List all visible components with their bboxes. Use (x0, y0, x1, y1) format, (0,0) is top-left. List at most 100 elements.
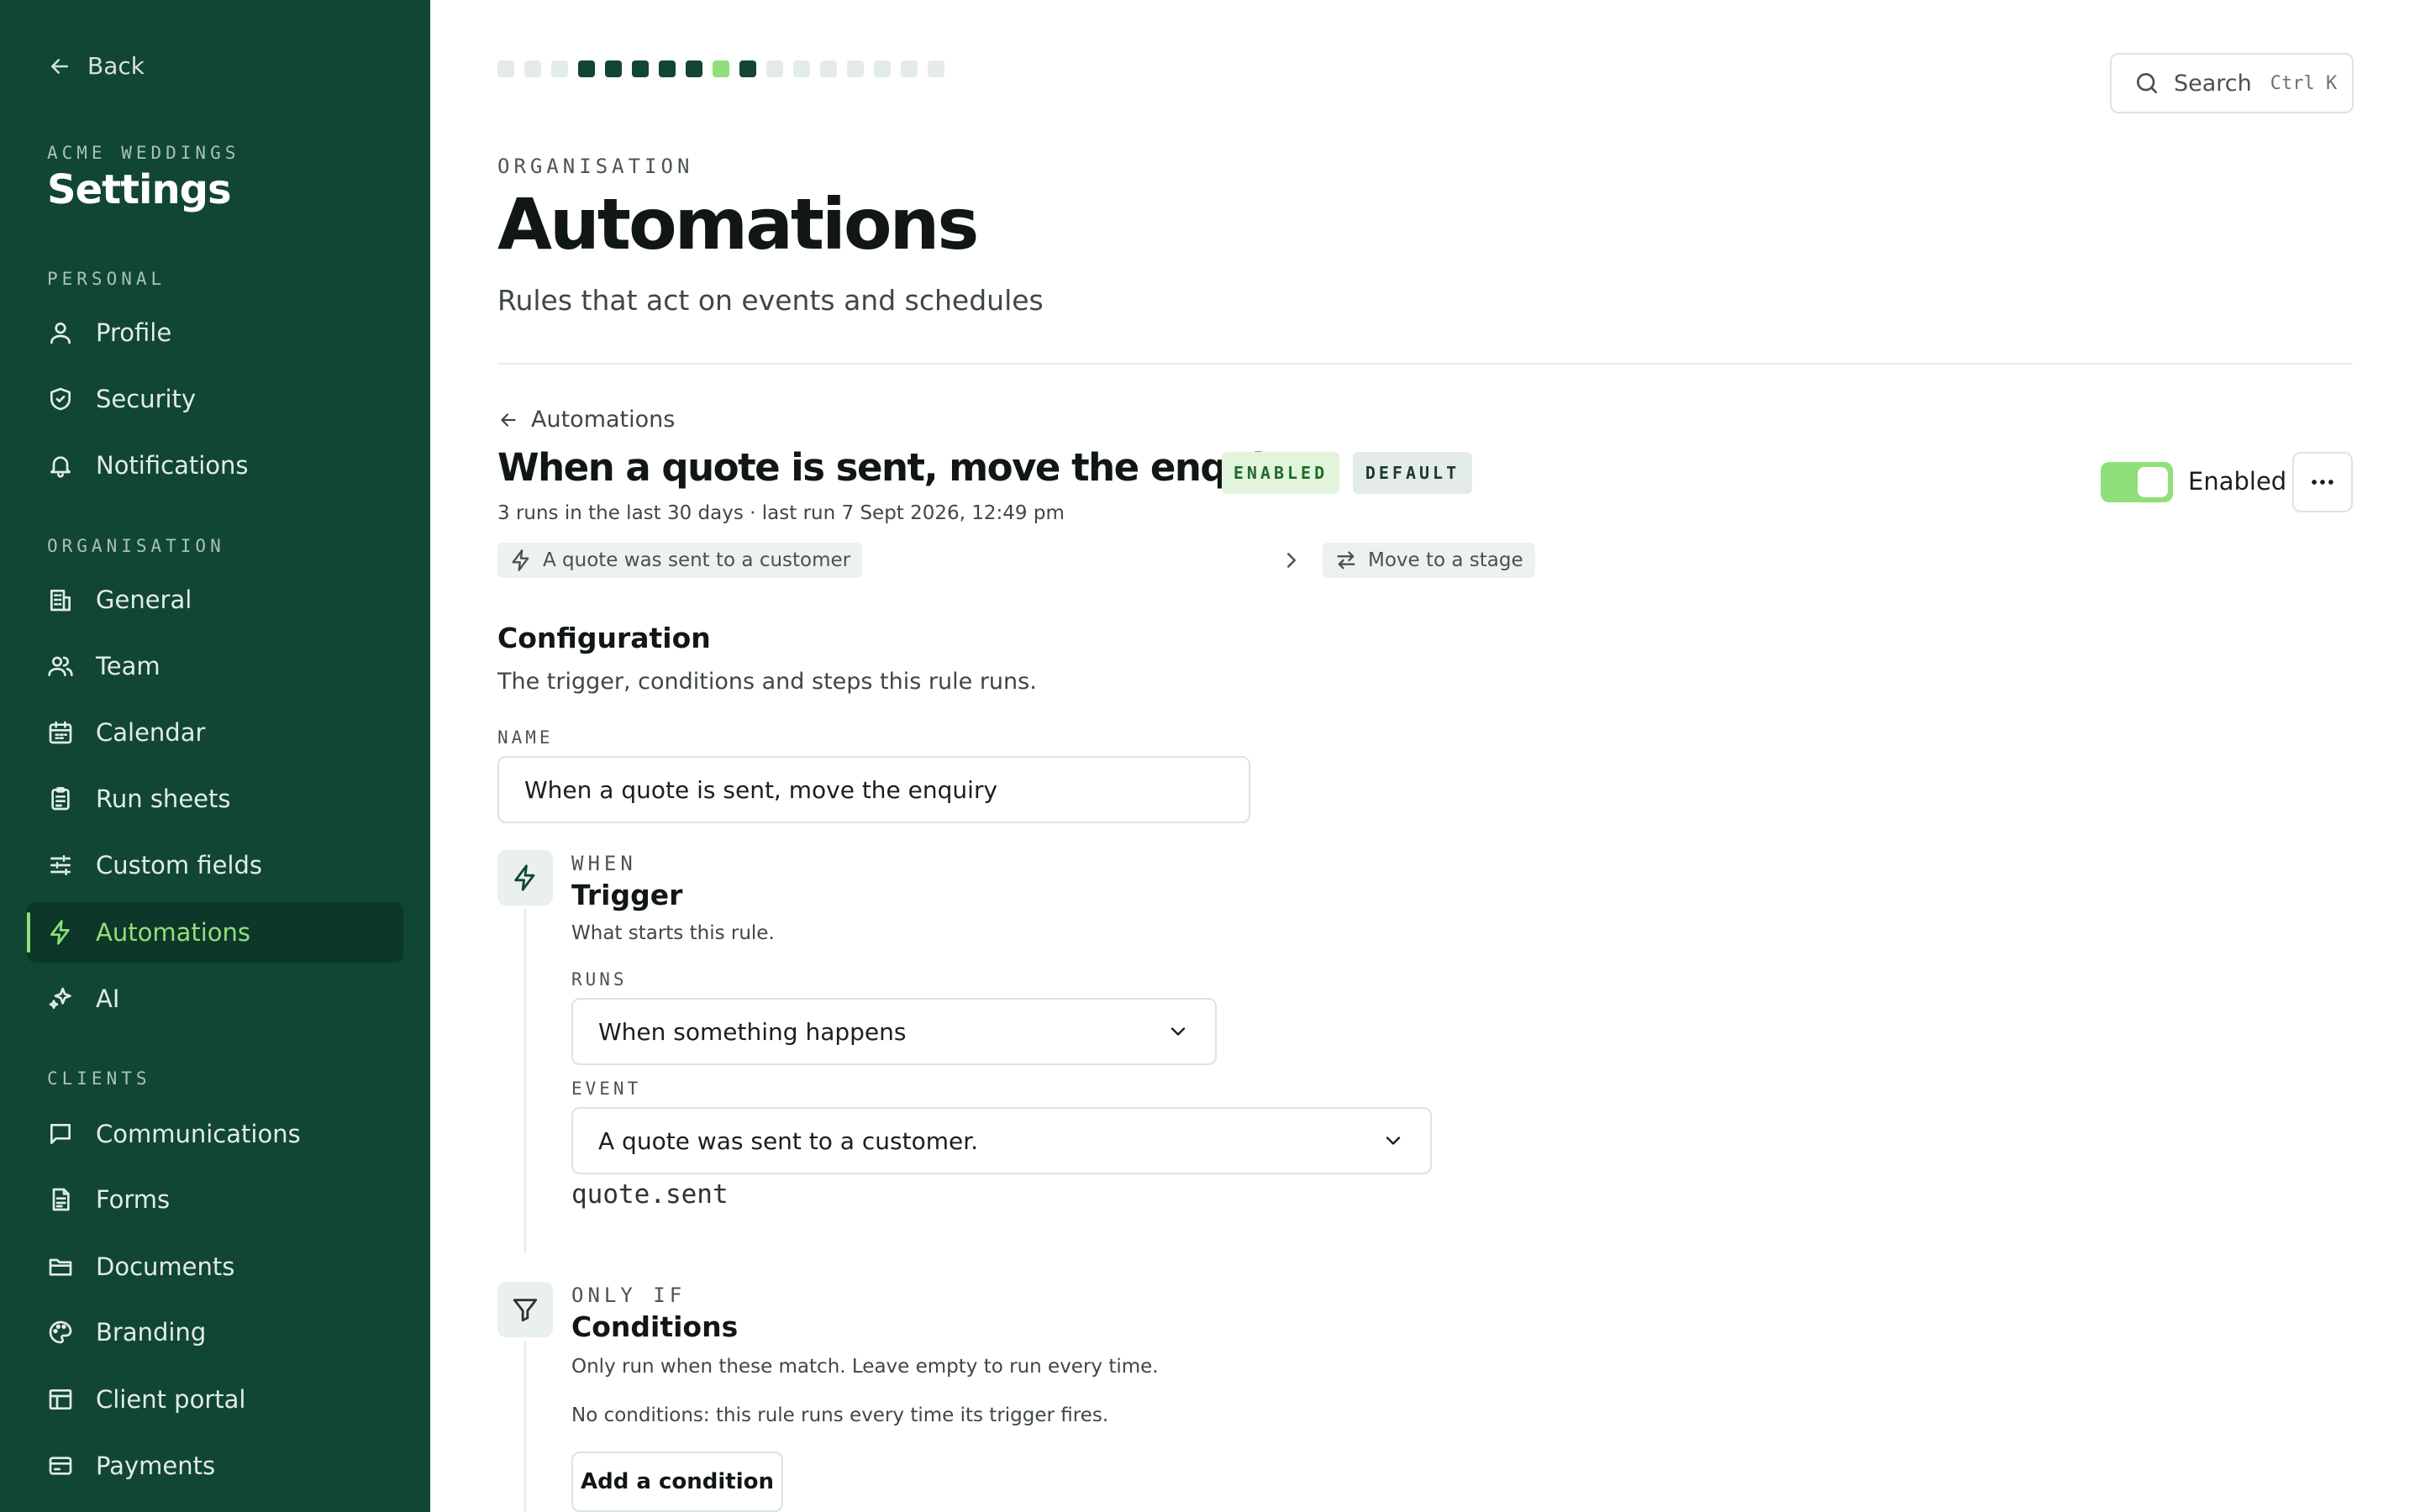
building-icon (50, 590, 71, 612)
rule-meta: 3 runs in the last 30 days · last run 7 … (497, 502, 1065, 524)
search-button[interactable]: Search Ctrl K (2110, 53, 2354, 113)
users-icon (48, 656, 73, 676)
bolt-icon (514, 864, 535, 891)
progress-step (874, 60, 891, 77)
sidebar-item-label: Custom fields (96, 851, 263, 879)
event-field-label: EVENT (571, 1079, 642, 1099)
breadcrumb-label: Automations (531, 407, 676, 433)
event-select-value: A quote was sent to a customer. (598, 1126, 979, 1155)
trigger-title: Trigger (571, 879, 683, 911)
sidebar-item-client-portal[interactable]: Client portal (27, 1369, 403, 1430)
sidebar-item-label: Forms (96, 1185, 171, 1214)
bolt-icon (512, 549, 529, 571)
back-label: Back (87, 52, 145, 80)
progress-step (793, 60, 810, 77)
progress-step (847, 60, 864, 77)
sidebar-item-notifications[interactable]: Notifications (27, 435, 403, 496)
conditions-title: Conditions (571, 1310, 739, 1343)
sidebar-item-label: Payments (96, 1452, 216, 1480)
trigger-eyebrow: WHEN (571, 852, 637, 875)
progress-step (928, 60, 944, 77)
sidebar-item-forms[interactable]: Forms (27, 1169, 403, 1230)
sidebar-item-label: Communications (96, 1120, 301, 1148)
sidebar-item-label: Automations (96, 918, 251, 947)
back-link[interactable]: Back (47, 52, 145, 80)
sidebar-item-communications[interactable]: Communications (27, 1104, 403, 1164)
user-icon (50, 323, 71, 344)
sidebar-item-automations[interactable]: Automations (27, 902, 403, 963)
sidebar-item-label: Notifications (96, 451, 249, 480)
sidebar-item-general[interactable]: General (27, 570, 403, 630)
layout-icon (49, 1389, 72, 1410)
progress-step (578, 60, 595, 77)
more-options-button[interactable] (2292, 452, 2353, 512)
sidebar-item-label: Documents (96, 1252, 235, 1281)
form-icon (52, 1188, 70, 1211)
arrow-left-icon (501, 412, 516, 427)
sidebar-item-payments[interactable]: Payments (27, 1436, 403, 1496)
sidebar-item-label: Run sheets (96, 785, 231, 813)
conditions-eyebrow: ONLY IF (571, 1284, 687, 1307)
sidebar-item-label: Branding (96, 1318, 207, 1347)
chevron-right-icon (1287, 553, 1296, 568)
org-name: ACME WEDDINGS (47, 143, 240, 163)
sliders-icon (50, 855, 71, 875)
sidebar-item-team[interactable]: Team (27, 636, 403, 696)
sidebar-item-custom-fields[interactable]: Custom fields (27, 835, 403, 895)
status-badge-default: DEFAULT (1353, 452, 1472, 494)
progress-step (766, 60, 783, 77)
action-chip-label: Move to a stage (1368, 549, 1523, 571)
sidebar-item-label: General (96, 585, 192, 614)
palette-icon (49, 1320, 72, 1344)
page-eyebrow: ORGANISATION (497, 155, 694, 178)
page-title: Automations (497, 183, 979, 265)
add-condition-button[interactable]: Add a condition (571, 1452, 783, 1512)
rule-title: When a quote is sent, move the enquiry (497, 445, 1306, 490)
sidebar-item-label: Client portal (96, 1385, 246, 1414)
action-chip: Move to a stage (1323, 543, 1535, 578)
section-label-organisation: ORGANISATION (47, 536, 225, 556)
progress-step (901, 60, 918, 77)
trigger-subtitle: What starts this rule. (571, 922, 775, 944)
step-connector (524, 909, 526, 1253)
progress-step (686, 60, 702, 77)
sidebar-item-label: Team (96, 652, 160, 680)
progress-step (497, 60, 514, 77)
sidebar-item-security[interactable]: Security (27, 369, 403, 429)
bolt-icon (50, 920, 70, 945)
progress-step (739, 60, 756, 77)
step-connector (524, 1341, 526, 1512)
sidebar-item-profile[interactable]: Profile (27, 302, 403, 363)
breadcrumb-automations[interactable]: Automations (497, 407, 675, 433)
configuration-title: Configuration (497, 622, 711, 654)
sidebar-item-branding[interactable]: Branding (27, 1302, 403, 1362)
runs-select[interactable]: When something happens (571, 998, 1217, 1065)
name-field-label: NAME (497, 727, 554, 748)
filter-icon (513, 1299, 538, 1322)
sidebar-item-documents[interactable]: Documents (27, 1236, 403, 1297)
toggle-label: Enabled (2188, 467, 2287, 496)
progress-step (605, 60, 622, 77)
event-select[interactable]: A quote was sent to a customer. (571, 1107, 1432, 1174)
status-badge-enabled: ENABLED (1222, 452, 1339, 494)
chevron-down-icon (1386, 1137, 1401, 1145)
section-label-clients: CLIENTS (47, 1068, 151, 1089)
sidebar-item-label: Security (96, 385, 197, 413)
sidebar-item-ai[interactable]: AI (27, 969, 403, 1029)
sidebar-item-calendar[interactable]: Calendar (27, 702, 403, 763)
settings-sidebar: Back ACME WEDDINGS Settings PERSONAL Pro… (0, 0, 430, 1512)
chevron-down-icon (1171, 1027, 1186, 1036)
enabled-toggle[interactable] (2101, 462, 2173, 502)
progress-step (659, 60, 676, 77)
search-icon (2137, 73, 2157, 93)
conditions-empty-text: No conditions: this rule runs every time… (571, 1404, 1109, 1426)
message-icon (50, 1124, 71, 1144)
clipboard-icon (51, 787, 70, 811)
progress-step (551, 60, 568, 77)
search-shortcut: Ctrl K (2270, 72, 2338, 94)
sidebar-item-run-sheets[interactable]: Run sheets (27, 769, 403, 829)
arrow-left-icon (51, 58, 68, 74)
name-input[interactable] (497, 756, 1250, 823)
folder-icon (49, 1258, 72, 1276)
sidebar-title: Settings (47, 166, 232, 213)
